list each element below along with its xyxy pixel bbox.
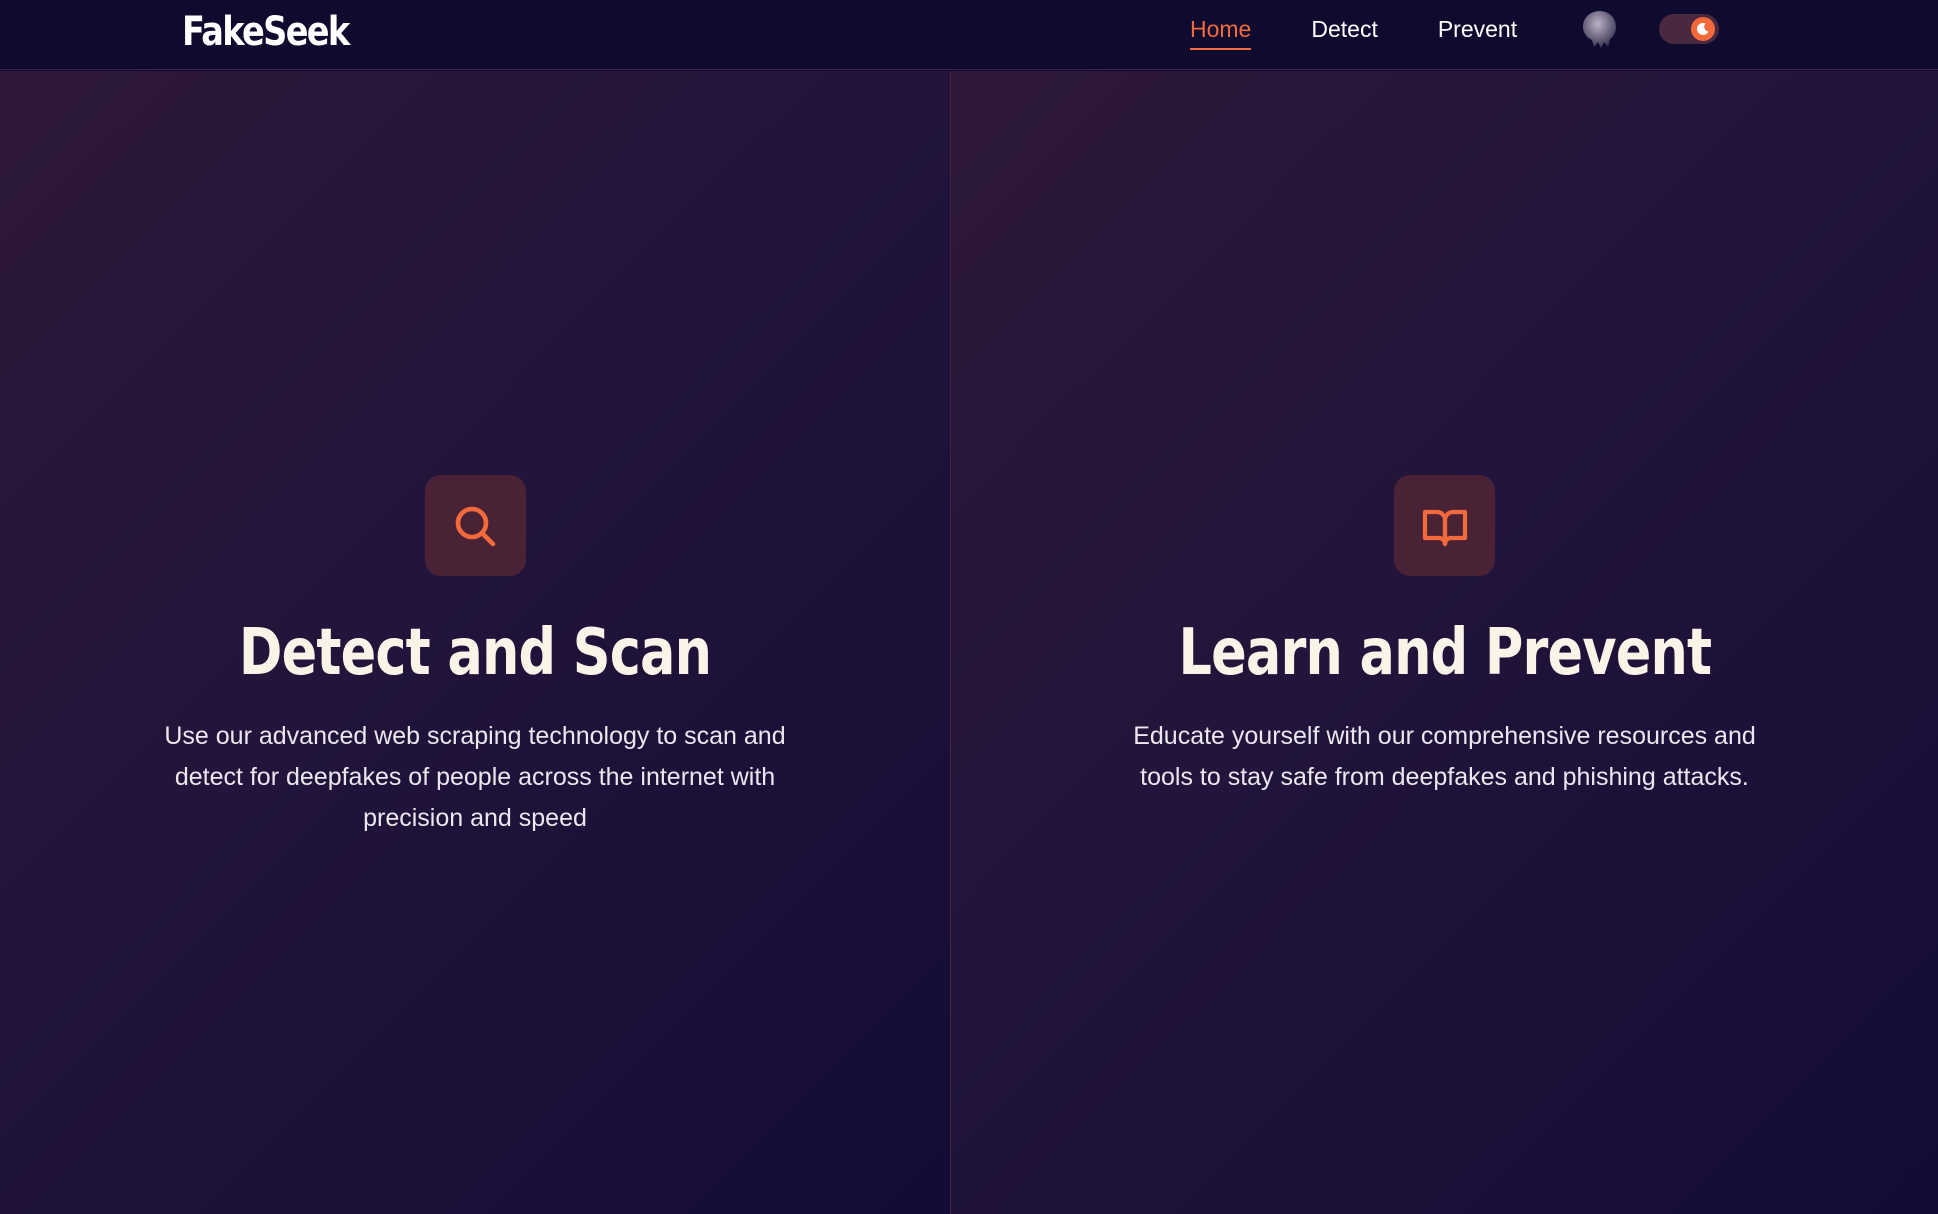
feature-panels: Detect and Scan Use our advanced web scr… [0,71,1938,1214]
theme-toggle[interactable] [1659,14,1719,44]
brand-logo[interactable]: FakeSeek [182,8,350,56]
user-avatar-icon[interactable] [1579,9,1619,49]
detect-description: Use our advanced web scraping technology… [164,722,786,832]
book-open-icon [1394,475,1495,576]
nav-link-home[interactable]: Home [1190,14,1252,50]
search-icon [424,475,526,576]
navbar: FakeSeek Home Detect Prevent [0,0,1938,70]
prevent-panel[interactable]: Learn and Prevent Educate yourself with … [950,71,1938,1214]
detect-title: Detect and Scan [238,616,712,690]
nav-link-prevent[interactable]: Prevent [1438,14,1517,44]
nav-link-detect[interactable]: Detect [1311,14,1377,44]
nav-links: Home Detect Prevent [1190,0,1517,58]
prevent-description: Educate yourself with our comprehensive … [1133,722,1756,791]
detect-panel[interactable]: Detect and Scan Use our advanced web scr… [0,71,950,1214]
moon-icon [1691,17,1715,41]
prevent-title: Learn and Prevent [1178,616,1712,690]
